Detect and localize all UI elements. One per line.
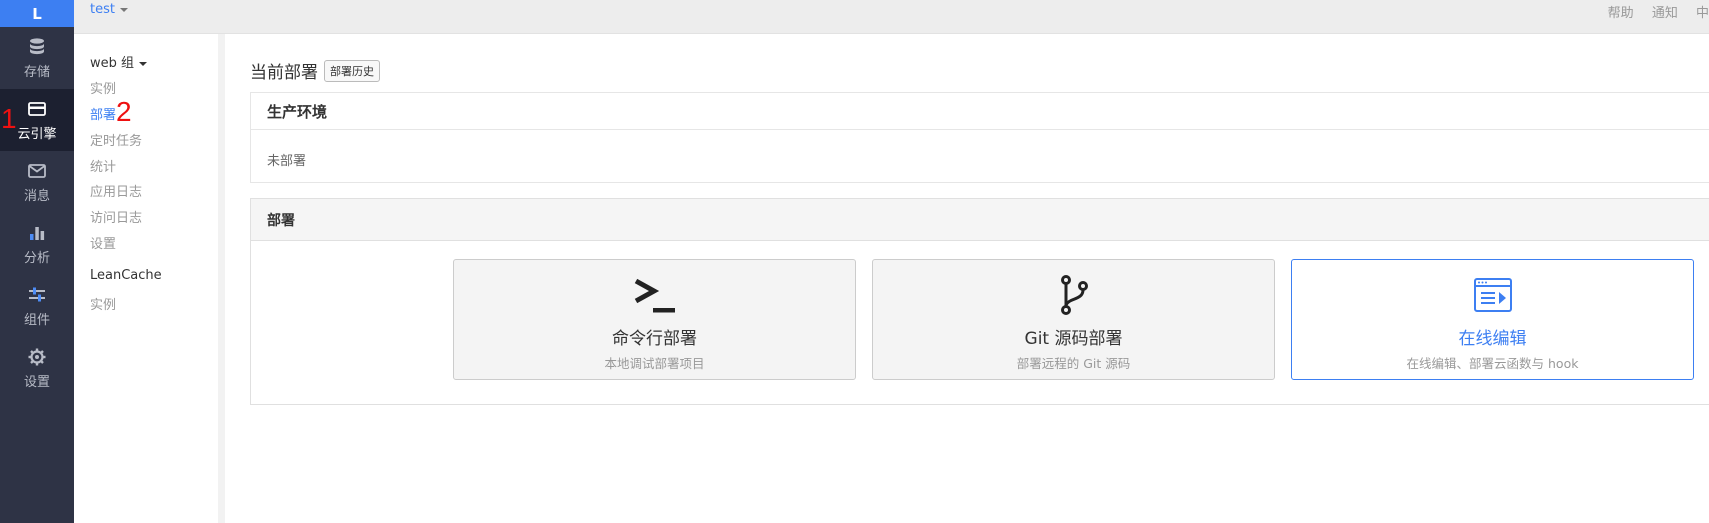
code-editor-icon	[1292, 272, 1693, 318]
nav-access-logs[interactable]: 访问日志	[90, 207, 142, 226]
rail-item-analytics[interactable]: 分析	[0, 213, 74, 275]
card-title: 命令行部署	[612, 329, 697, 349]
server-card-icon	[28, 101, 46, 116]
gear-icon	[28, 348, 46, 365]
panel-title: 生产环境	[251, 93, 1709, 130]
nav-settings[interactable]: 设置	[90, 233, 116, 252]
production-env-panel: 生产环境 未部署	[250, 92, 1709, 183]
nav-scheduled-tasks[interactable]: 定时任务	[90, 130, 142, 149]
annotation-1: 1	[1, 103, 17, 134]
secondary-nav: web 组 实例 部署 定时任务 统计 应用日志 访问日志 设置 LeanCac…	[74, 34, 225, 523]
caret-down-icon	[139, 61, 148, 66]
deploy-history-button[interactable]: 部署历史	[324, 59, 380, 82]
group-leancache[interactable]: LeanCache	[90, 268, 162, 283]
app-logo[interactable]: L	[0, 0, 74, 27]
nav-leancache-instances[interactable]: 实例	[90, 294, 116, 313]
nav-deploy[interactable]: 部署	[90, 104, 116, 123]
current-deploy-header: 当前部署 部署历史	[250, 58, 380, 83]
icon-rail: L 存储 云引擎 消息 分析 组件 设置	[0, 0, 74, 523]
card-desc: 部署远程的 Git 源码	[1016, 356, 1131, 371]
rail-item-messages[interactable]: 消息	[0, 151, 74, 213]
card-title: Git 源码部署	[1024, 329, 1123, 349]
cli-deploy-card[interactable]: 命令行部署 本地调试部署项目	[453, 259, 856, 380]
message-icon	[28, 163, 46, 178]
git-branch-icon	[873, 272, 1274, 318]
bar-chart-icon	[30, 226, 45, 240]
rail-item-label: 组件	[23, 312, 50, 328]
notifications-link[interactable]: 通知	[1652, 6, 1678, 21]
card-desc: 本地调试部署项目	[604, 356, 705, 371]
page-title: 当前部署	[250, 63, 318, 83]
card-desc: 在线编辑、部署云函数与 hook	[1406, 356, 1579, 371]
git-deploy-card[interactable]: Git 源码部署 部署远程的 Git 源码	[872, 259, 1275, 380]
nav-instances[interactable]: 实例	[90, 78, 116, 97]
terminal-icon	[454, 272, 855, 318]
panel-title: 部署	[251, 199, 1709, 241]
main-content: 当前部署 部署历史 生产环境 未部署 部署 命令行部署 本地调试部署项目 Git…	[250, 34, 1709, 523]
help-link[interactable]: 帮助	[1608, 6, 1634, 21]
rail-item-label: 分析	[23, 250, 50, 266]
sliders-icon	[29, 287, 45, 301]
rail-item-label: 云引擎	[17, 126, 57, 142]
annotation-2: 2	[116, 96, 132, 127]
rail-item-label: 设置	[23, 374, 50, 390]
nav-app-logs[interactable]: 应用日志	[90, 181, 142, 200]
nav-stats[interactable]: 统计	[90, 156, 116, 175]
online-edit-card[interactable]: 在线编辑 在线编辑、部署云函数与 hook	[1291, 259, 1694, 380]
group-web[interactable]: web 组	[90, 52, 148, 71]
app-switcher[interactable]: test	[90, 2, 128, 17]
language-link[interactable]: 中	[1696, 6, 1709, 21]
rail-item-label: 消息	[23, 188, 50, 204]
top-bar: test 帮助 通知 中	[74, 0, 1709, 34]
database-icon	[30, 37, 44, 54]
card-title: 在线编辑	[1458, 329, 1527, 349]
group-label: web 组	[90, 56, 135, 71]
rail-item-components[interactable]: 组件	[0, 275, 74, 337]
app-name: test	[90, 2, 115, 17]
deploy-status: 未部署	[267, 154, 307, 169]
deploy-panel: 部署 命令行部署 本地调试部署项目 Git 源码部署 部署远程的 Git 源码 …	[250, 198, 1709, 405]
rail-item-settings[interactable]: 设置	[0, 337, 74, 399]
caret-down-icon	[119, 7, 128, 12]
top-links: 帮助 通知 中	[1594, 2, 1709, 21]
rail-item-storage[interactable]: 存储	[0, 27, 74, 89]
rail-item-label: 存储	[23, 64, 50, 80]
